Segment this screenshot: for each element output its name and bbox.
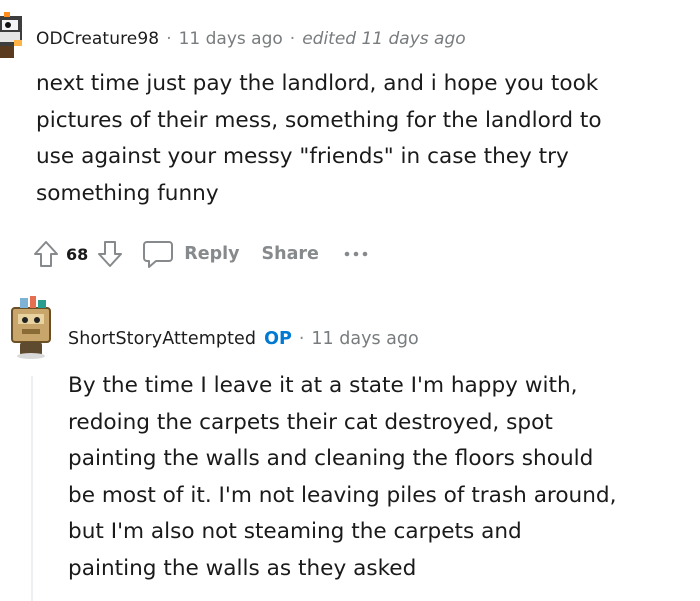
comment-body: By the time I leave it at a state I'm ha… — [68, 368, 688, 587]
timestamp-link[interactable]: 11 days ago — [311, 329, 418, 349]
share-button[interactable]: Share — [262, 244, 319, 264]
comment-text-line: use against your messy "friends" in case… — [36, 144, 569, 169]
username-link[interactable]: ODCreature98 — [36, 29, 159, 49]
comment-text-line: pictures of their mess, something for th… — [36, 107, 602, 133]
upvote-button[interactable] — [28, 236, 64, 272]
vote-score: 68 — [66, 244, 89, 264]
upvote-arrow-icon — [34, 241, 58, 267]
more-options-button[interactable] — [343, 244, 369, 264]
snoo-avatar-icon — [0, 12, 22, 58]
comment-text-line: something funny — [36, 180, 219, 206]
snoo-avatar-icon — [11, 296, 51, 359]
comment-header: ODCreature98 · 11 days ago · edited 11 d… — [36, 27, 466, 51]
thread-collapse-line[interactable] — [31, 376, 33, 601]
comment-action-bar: 68 Reply Share — [28, 232, 369, 276]
comment-text-line: painting the walls as they asked — [68, 555, 417, 581]
comment-text-line: next time just pay the landlord, and i h… — [36, 71, 599, 96]
reply-label: Reply — [184, 244, 240, 264]
comment-header: ShortStoryAttempted OP · 11 days ago — [68, 326, 419, 352]
comment-body: next time just pay the landlord, and i h… — [36, 66, 676, 212]
reply-button[interactable]: Reply — [142, 239, 240, 269]
separator-dot: · — [298, 329, 305, 349]
comment-text-line: painting the walls and cleaning the floo… — [68, 446, 594, 471]
more-dots-icon — [344, 251, 368, 257]
separator-dot: · — [289, 29, 296, 49]
edited-label: edited 11 days ago — [302, 29, 466, 49]
comment-text-line: By the time I leave it at a state I'm ha… — [68, 373, 578, 398]
timestamp-link[interactable]: 11 days ago — [179, 29, 283, 49]
username-link[interactable]: ShortStoryAttempted — [68, 329, 256, 349]
user-avatar[interactable] — [0, 10, 26, 62]
user-avatar[interactable] — [6, 294, 58, 360]
op-badge: OP — [264, 329, 292, 349]
comment-text-line: but I'm also not steaming the carpets an… — [68, 519, 522, 544]
downvote-arrow-icon — [98, 241, 123, 267]
comment-bubble-icon — [143, 241, 174, 268]
separator-dot: · — [166, 29, 172, 49]
comment-text-line: be most of it. I'm not leaving piles of … — [68, 482, 617, 508]
comment-text-line: redoing the carpets their cat destroyed,… — [68, 409, 553, 435]
downvote-button[interactable] — [92, 236, 128, 272]
